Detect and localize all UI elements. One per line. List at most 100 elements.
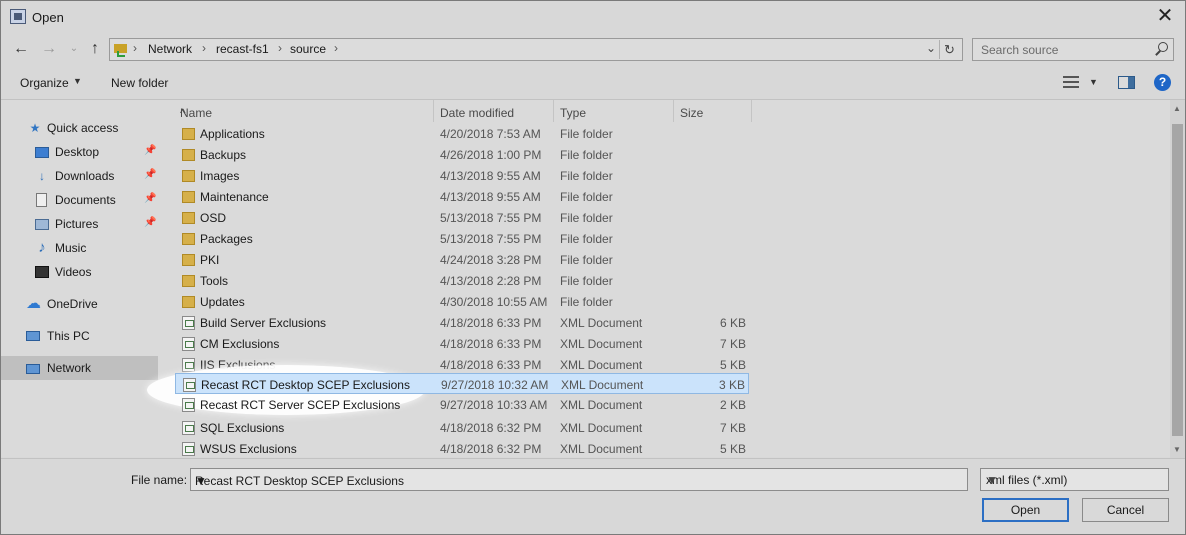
file-name: Build Server Exclusions bbox=[200, 316, 327, 330]
organize-caret-icon[interactable]: ▼ bbox=[73, 76, 82, 86]
breadcrumb-recast-fs1[interactable]: recast-fs1 bbox=[216, 42, 269, 56]
file-date: 4/18/2018 6:32 PM bbox=[440, 421, 542, 435]
file-type: File folder bbox=[560, 274, 613, 288]
sidebar-item-label: Network bbox=[47, 361, 92, 375]
sidebar-item-music[interactable]: ♪ Music bbox=[1, 236, 158, 260]
file-date: 4/20/2018 7:53 AM bbox=[440, 127, 541, 141]
file-type: File folder bbox=[560, 295, 613, 309]
file-name-input[interactable]: Recast RCT Desktop SCEP Exclusions ▼ bbox=[190, 468, 968, 491]
sidebar-item-desktop[interactable]: Desktop 📌 bbox=[1, 140, 158, 164]
computer-icon bbox=[26, 331, 40, 341]
sidebar-item-this-pc[interactable]: This PC bbox=[1, 324, 158, 348]
address-history-chevron-icon[interactable]: ⌄ bbox=[926, 41, 936, 55]
sidebar-item-onedrive[interactable]: ☁ OneDrive bbox=[1, 292, 158, 316]
xml-file-icon bbox=[182, 358, 195, 372]
file-type: XML Document bbox=[560, 316, 643, 330]
sidebar-item-documents[interactable]: Documents 📌 bbox=[1, 188, 158, 212]
chevron-down-icon[interactable]: ▼ bbox=[195, 474, 963, 488]
file-type: File folder bbox=[560, 127, 613, 141]
breadcrumb-separator-icon[interactable]: › bbox=[133, 41, 137, 55]
pin-icon[interactable]: 📌 bbox=[144, 217, 156, 228]
pin-icon[interactable]: 📌 bbox=[144, 193, 156, 204]
file-date: 4/18/2018 6:33 PM bbox=[440, 337, 542, 351]
sidebar-item-downloads[interactable]: ↓ Downloads 📌 bbox=[1, 164, 158, 188]
preview-pane-icon[interactable] bbox=[1118, 76, 1135, 89]
file-date: 4/18/2018 6:32 PM bbox=[440, 442, 542, 456]
file-row[interactable]: WSUS Exclusions 4/18/2018 6:32 PM XML Docu… bbox=[175, 438, 749, 459]
forward-arrow-icon[interactable]: → bbox=[39, 39, 59, 59]
close-icon[interactable]: ✕ bbox=[1153, 5, 1177, 29]
open-button[interactable]: Open bbox=[982, 498, 1069, 522]
sidebar-item-pictures[interactable]: Pictures 📌 bbox=[1, 212, 158, 236]
breadcrumb-separator-icon[interactable]: › bbox=[334, 41, 338, 55]
column-header-size[interactable]: Size bbox=[674, 100, 752, 122]
sidebar-item-videos[interactable]: Videos bbox=[1, 260, 158, 284]
file-row[interactable]: Recast RCT Server SCEP Exclusions 9/27/2… bbox=[175, 394, 749, 415]
file-size: 7 KB bbox=[719, 337, 746, 351]
file-name: SQL Exclusions bbox=[200, 421, 285, 435]
file-row[interactable]: Build Server Exclusions 4/18/2018 6:33 PM… bbox=[175, 312, 749, 333]
back-arrow-icon[interactable]: ← bbox=[11, 39, 31, 59]
xml-file-icon bbox=[182, 398, 195, 412]
address-bar[interactable]: › Network › recast-fs1 › source › ⌄ ↻ bbox=[109, 38, 963, 61]
download-icon: ↓ bbox=[39, 169, 45, 183]
file-name: Applications bbox=[200, 127, 265, 141]
file-row[interactable]: Maintenance 4/13/2018 9:55 AM File folder bbox=[175, 186, 749, 207]
breadcrumb-source[interactable]: source bbox=[290, 42, 326, 56]
search-input[interactable]: Search source bbox=[972, 38, 1174, 61]
file-row[interactable]: Applications 4/20/2018 7:53 AM File folder bbox=[175, 123, 749, 144]
sidebar-item-network[interactable]: Network bbox=[1, 356, 158, 380]
pin-icon[interactable]: 📌 bbox=[144, 169, 156, 180]
file-row[interactable]: Tools 4/13/2018 2:28 PM File folder bbox=[175, 270, 749, 291]
file-row[interactable]: CM Exclusions 4/18/2018 6:33 PM XML Docume… bbox=[175, 333, 749, 354]
file-row[interactable]: Updates 4/30/2018 10:55 AM File folder bbox=[175, 291, 749, 312]
recent-locations-chevron-icon[interactable]: ⌄ bbox=[64, 39, 84, 59]
file-row[interactable]: Packages 5/13/2018 7:55 PM File folder bbox=[175, 228, 749, 249]
file-row[interactable]: Images 4/13/2018 9:55 AM File folder bbox=[175, 165, 749, 186]
file-name: Recast RCT Desktop SCEP Exclusions bbox=[201, 378, 410, 392]
search-icon[interactable] bbox=[1154, 42, 1168, 56]
file-date: 5/13/2018 7:55 PM bbox=[440, 232, 542, 246]
scroll-up-icon[interactable]: ▲ bbox=[1173, 104, 1181, 113]
file-row[interactable]: SQL Exclusions 4/18/2018 6:32 PM XML Docum… bbox=[175, 417, 749, 438]
breadcrumb-separator-icon[interactable]: › bbox=[202, 41, 206, 55]
file-row[interactable]: OSD 5/13/2018 7:55 PM File folder bbox=[175, 207, 749, 228]
file-row[interactable]: PKI 4/24/2018 3:28 PM File folder bbox=[175, 249, 749, 270]
file-type-select[interactable]: xml files (*.xml) ▼ bbox=[980, 468, 1169, 491]
new-folder-button[interactable]: New folder bbox=[111, 76, 168, 90]
view-options-caret-icon[interactable]: ▼ bbox=[1089, 77, 1098, 87]
up-arrow-icon[interactable]: ↑ bbox=[85, 39, 105, 59]
column-header-date[interactable]: Date modified bbox=[434, 100, 554, 122]
file-type: XML Document bbox=[560, 337, 643, 351]
file-name: OSD bbox=[200, 211, 227, 225]
folder-icon bbox=[182, 128, 195, 140]
organize-button[interactable]: Organize bbox=[20, 76, 69, 90]
network-folder-icon bbox=[114, 42, 128, 57]
column-header-name[interactable]: Name ^ bbox=[174, 100, 434, 122]
xml-file-icon bbox=[183, 378, 196, 392]
file-name: Recast RCT Server SCEP Exclusions bbox=[200, 398, 401, 412]
file-type: File folder bbox=[560, 211, 613, 225]
pictures-icon bbox=[35, 219, 49, 230]
file-date: 5/13/2018 7:55 PM bbox=[440, 211, 542, 225]
folder-icon bbox=[182, 296, 195, 308]
network-icon bbox=[26, 364, 40, 374]
file-row[interactable]: Backups 4/26/2018 1:00 PM File folder bbox=[175, 144, 749, 165]
column-header-type[interactable]: Type bbox=[554, 100, 674, 122]
vertical-scrollbar[interactable]: ▲ ▼ bbox=[1170, 100, 1185, 458]
videos-icon bbox=[35, 266, 49, 278]
scrollbar-thumb[interactable] bbox=[1172, 124, 1183, 436]
sidebar-item-quick-access[interactable]: ★ Quick access bbox=[1, 116, 158, 140]
pin-icon[interactable]: 📌 bbox=[144, 145, 156, 156]
breadcrumb-separator-icon[interactable]: › bbox=[278, 41, 282, 55]
cancel-button[interactable]: Cancel bbox=[1082, 498, 1169, 522]
folder-icon bbox=[182, 191, 195, 203]
selected-file-row[interactable]: Recast RCT Desktop SCEP Exclusions 9/27/… bbox=[175, 373, 749, 394]
help-icon[interactable]: ? bbox=[1154, 74, 1171, 91]
change-view-icon[interactable] bbox=[1063, 76, 1079, 89]
chevron-down-icon[interactable]: ▼ bbox=[986, 473, 1163, 487]
scroll-down-icon[interactable]: ▼ bbox=[1173, 445, 1181, 454]
refresh-icon[interactable]: ↻ bbox=[939, 40, 959, 59]
breadcrumb-network[interactable]: Network bbox=[148, 42, 192, 56]
file-name: Tools bbox=[200, 274, 229, 288]
